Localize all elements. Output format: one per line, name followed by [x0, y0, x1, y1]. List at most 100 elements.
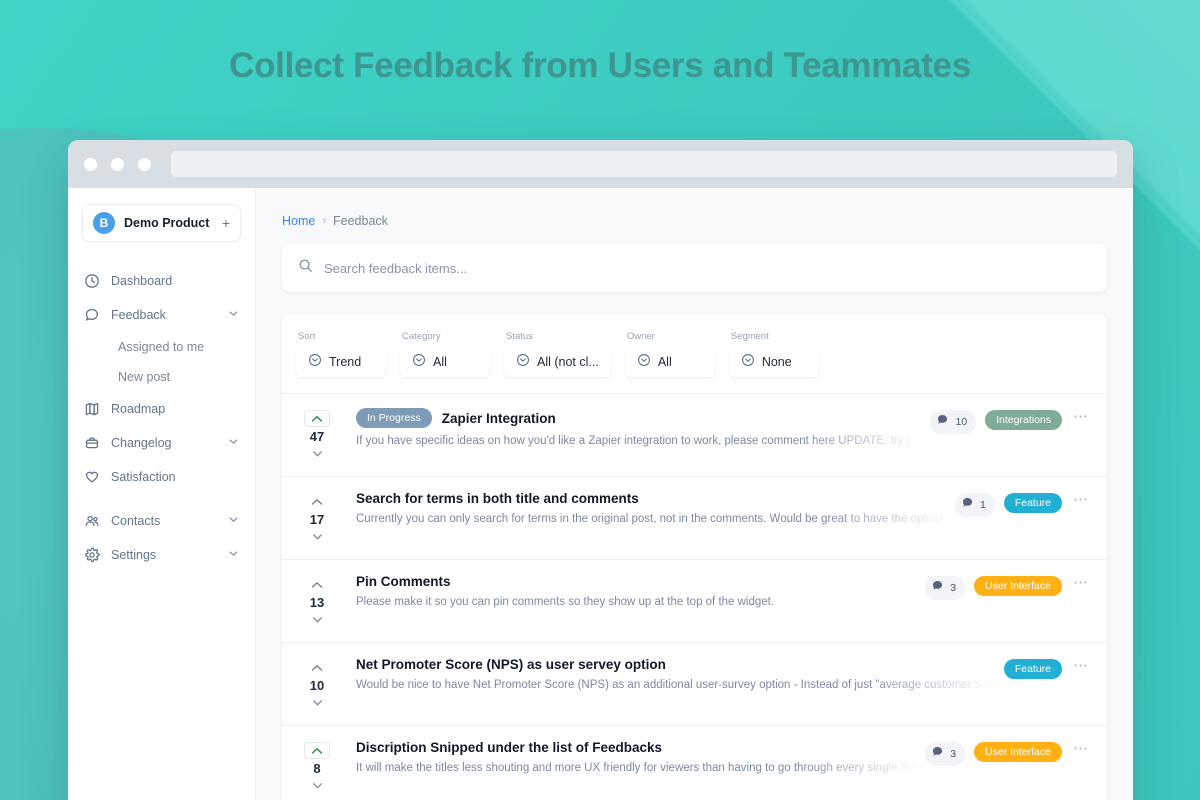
breadcrumb-separator-icon: › [322, 215, 327, 227]
search-placeholder: Search feedback items... [324, 260, 468, 276]
downvote-button[interactable] [304, 694, 330, 711]
feedback-title-line: Discription Snipped under the list of Fe… [356, 740, 925, 755]
comment-bubble-icon [931, 745, 944, 763]
feedback-title[interactable]: Zapier Integration [442, 411, 556, 426]
traffic-light-maximize-icon[interactable] [138, 157, 151, 171]
feedback-title-line: Pin Comments [356, 574, 925, 589]
comment-count-pill[interactable]: 3 [925, 742, 966, 766]
sidebar-item-label: Changelog [111, 436, 172, 450]
filter-owner-value: All [657, 355, 672, 369]
sidebar-subitem-label: New post [118, 370, 171, 384]
upvote-button[interactable] [304, 493, 330, 510]
breadcrumb-current: Feedback [333, 214, 388, 228]
feedback-title[interactable]: Pin Comments [356, 574, 451, 589]
product-avatar: B [93, 212, 115, 234]
sidebar-nav: Dashboard Feedback Assigned to me New post R… [68, 264, 255, 572]
sidebar-item-contacts[interactable]: Contacts [68, 504, 255, 538]
filter-sort-value: Trend [329, 355, 362, 369]
upvote-button[interactable] [304, 576, 330, 593]
chevron-down-icon[interactable] [228, 308, 239, 322]
feedback-title[interactable]: Search for terms in both title and comme… [356, 491, 639, 506]
map-icon [84, 401, 100, 417]
upvote-button[interactable] [304, 742, 330, 759]
category-tag[interactable]: User Interface [974, 576, 1062, 596]
feedback-row[interactable]: 13 Pin Comments Please make it so you can … [282, 559, 1107, 642]
chevron-down-icon[interactable] [228, 436, 239, 450]
feedback-description: Please make it so you can pin comments s… [356, 596, 775, 608]
search-input[interactable]: Search feedback items... [282, 244, 1107, 292]
vote-count: 47 [309, 429, 325, 444]
feedback-body: Net Promoter Score (NPS) as user servey … [338, 657, 1004, 711]
filter-status-label: Status [506, 331, 533, 342]
feedback-description: If you have specific ideas on how you'd … [356, 435, 930, 447]
feedback-row[interactable]: 47 In Progress Zapier Integration If you ha… [282, 393, 1107, 476]
clock-icon [84, 273, 100, 289]
comment-count-pill[interactable]: 1 [954, 493, 995, 517]
category-tag[interactable]: User Interface [974, 742, 1062, 762]
sidebar-subitem-new-post[interactable]: New post [68, 362, 255, 392]
filter-category-value: All [433, 355, 447, 369]
comment-count-pill[interactable]: 3 [925, 576, 966, 600]
filter-owner-select[interactable]: All [624, 347, 715, 377]
row-overflow-menu-icon[interactable]: ⋯ [1071, 658, 1091, 673]
downvote-button[interactable] [304, 777, 330, 794]
comment-bubble-icon [961, 496, 974, 514]
chevron-down-icon[interactable] [228, 514, 239, 528]
filter-category-select[interactable]: All [400, 347, 490, 377]
filter-owner-label: Owner [626, 331, 655, 342]
vote-count: 13 [309, 595, 325, 610]
row-overflow-menu-icon[interactable]: ⋯ [1071, 409, 1091, 424]
feedback-row[interactable]: 17 Search for terms in both title and com… [282, 476, 1107, 559]
sidebar-item-roadmap[interactable]: Roadmap [68, 392, 255, 426]
comment-count-pill[interactable]: 10 [930, 410, 977, 434]
feedback-title[interactable]: Net Promoter Score (NPS) as user servey … [356, 657, 666, 672]
feedback-title[interactable]: Discription Snipped under the list of Fe… [356, 740, 662, 755]
sidebar-item-label: Roadmap [111, 402, 166, 416]
sidebar-item-feedback[interactable]: Feedback [68, 298, 255, 332]
traffic-light-minimize-icon[interactable] [111, 157, 124, 171]
add-product-icon[interactable]: + [222, 216, 230, 230]
traffic-light-close-icon[interactable] [84, 157, 97, 171]
upvote-button[interactable] [304, 410, 330, 427]
feedback-meta: 1 Feature ⋯ [954, 491, 1091, 545]
feedback-meta: 3 User Interface ⋯ [925, 740, 1091, 794]
gear-icon [84, 547, 100, 563]
downvote-button[interactable] [304, 528, 330, 545]
chevron-down-icon[interactable] [228, 548, 239, 562]
sidebar-item-changelog[interactable]: Changelog [68, 426, 255, 460]
feedback-row[interactable]: 10 Net Promoter Score (NPS) as user serve… [282, 642, 1107, 725]
filter-sort-select[interactable]: Trend [296, 347, 386, 377]
sidebar-item-satisfaction[interactable]: Satisfaction [68, 460, 255, 494]
vote-control: 8 [296, 740, 338, 794]
vote-count: 10 [309, 678, 325, 693]
category-tag[interactable]: Feature [1003, 493, 1062, 513]
category-tag[interactable]: Integrations [985, 410, 1062, 430]
sidebar-item-settings[interactable]: Settings [68, 538, 255, 572]
filter-status: Status All (not cl... [504, 331, 611, 377]
feedback-meta: Feature ⋯ [1003, 657, 1091, 711]
sidebar: B Demo Product + Dashboard Feedback Assign… [68, 188, 256, 800]
downvote-button[interactable] [304, 611, 330, 628]
sidebar-subitem-assigned-to-me[interactable]: Assigned to me [68, 332, 255, 362]
row-overflow-menu-icon[interactable]: ⋯ [1071, 741, 1091, 756]
users-icon [84, 513, 100, 529]
row-overflow-menu-icon[interactable]: ⋯ [1071, 492, 1091, 507]
feedback-description: Currently you can only search for terms … [356, 513, 955, 525]
sidebar-item-dashboard[interactable]: Dashboard [68, 264, 255, 298]
vote-control: 13 [296, 574, 338, 628]
downvote-button[interactable] [304, 445, 330, 462]
category-tag[interactable]: Feature [1003, 659, 1062, 679]
filter-bar: Sort Trend Category All Status All (not cl...… [282, 314, 1107, 393]
row-overflow-menu-icon[interactable]: ⋯ [1071, 575, 1091, 590]
feedback-row[interactable]: 8 Discription Snipped under the list of F… [282, 725, 1107, 800]
feedback-body: Pin Comments Please make it so you can pi… [338, 574, 925, 628]
breadcrumb-home-link[interactable]: Home [282, 214, 315, 228]
product-switcher[interactable]: B Demo Product + [82, 204, 241, 242]
feedback-title-line: Net Promoter Score (NPS) as user servey … [356, 657, 1004, 672]
browser-url-bar[interactable] [171, 151, 1117, 177]
upvote-button[interactable] [304, 659, 330, 676]
vote-count: 17 [309, 512, 325, 527]
filter-segment-select[interactable]: None [728, 347, 819, 377]
filter-status-select[interactable]: All (not cl... [504, 347, 611, 377]
feedback-description: It will make the titles less shouting an… [356, 762, 925, 774]
